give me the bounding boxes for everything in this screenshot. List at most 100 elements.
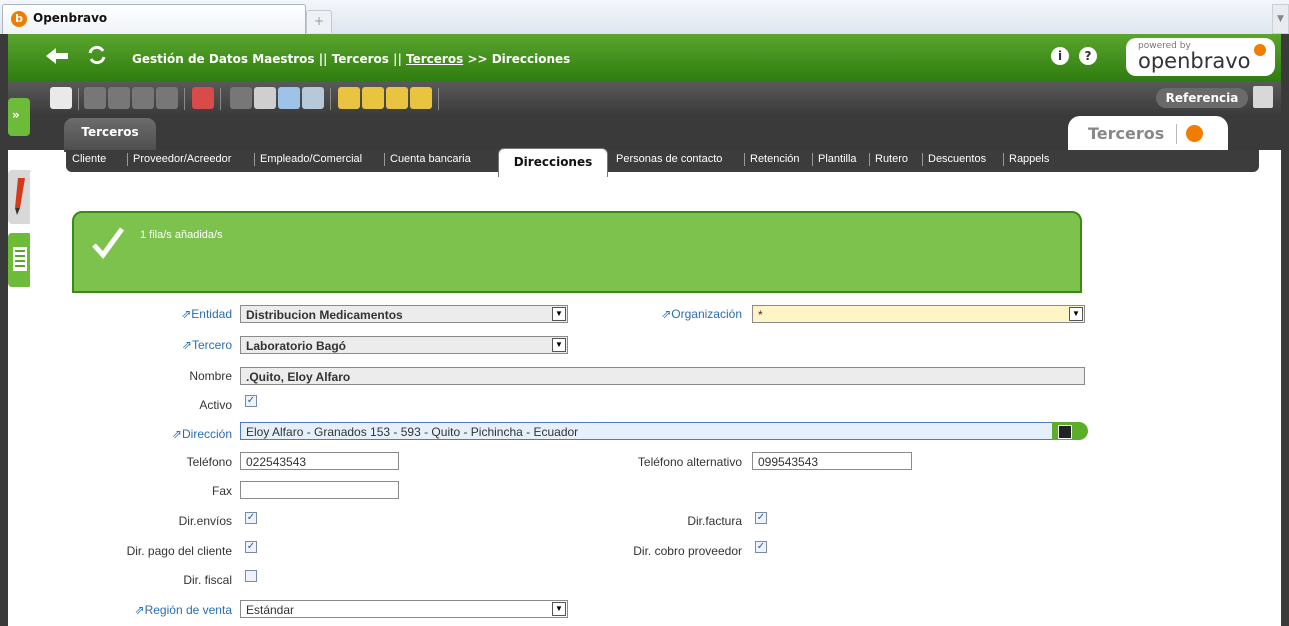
app-header: Gestión de Datos Maestros || Terceros ||… — [8, 34, 1281, 81]
first-record-icon[interactable] — [338, 87, 360, 109]
dir-envios-checkbox[interactable]: ✓ — [245, 512, 257, 524]
subtab-bar: Cliente Proveedor/Acreedor Empleado/Come… — [66, 150, 1259, 172]
subtab-rutero[interactable]: Rutero — [875, 153, 908, 165]
direccion-field[interactable]: Eloy Alfaro - Granados 153 - 593 - Quito… — [240, 422, 1055, 440]
sidebar-toggle[interactable]: » — [8, 98, 30, 136]
browser-tab[interactable]: b Openbravo — [2, 4, 306, 35]
activo-checkbox[interactable]: ✓ — [245, 395, 257, 407]
breadcrumb-path: Gestión de Datos Maestros || Terceros || — [132, 52, 402, 66]
audit-icon[interactable] — [302, 87, 324, 109]
logo-name: openbravo — [1138, 49, 1251, 73]
fax-label: Fax — [211, 484, 232, 498]
entidad-value: Distribucion Medicamentos — [246, 308, 403, 322]
subtab-direcciones[interactable]: Direcciones — [498, 148, 608, 177]
openbravo-favicon-icon: b — [11, 11, 27, 27]
dir-envios-label: Dir.envíos — [178, 514, 232, 528]
right-rail — [1281, 34, 1289, 626]
search-icon[interactable] — [278, 87, 300, 109]
message-box: 1 fila/s añadida/s — [72, 211, 1082, 293]
last-record-icon[interactable] — [410, 87, 432, 109]
save-icon[interactable] — [132, 87, 154, 109]
entidad-label[interactable]: ⇗Entidad — [160, 307, 232, 321]
dropdown-arrow-icon[interactable]: ▼ — [1069, 307, 1083, 321]
refresh-icon[interactable] — [86, 44, 108, 66]
dir-pago-checkbox[interactable]: ✓ — [245, 541, 257, 553]
browser-tab-title: Openbravo — [33, 11, 108, 25]
toolbar: Referencia — [8, 81, 1281, 116]
region-venta-select[interactable]: Estándar ▼ — [240, 600, 568, 618]
subtab-empleado[interactable]: Empleado/Comercial — [260, 153, 362, 165]
paste-icon[interactable] — [108, 87, 130, 109]
tercero-label[interactable]: ⇗Tercero — [160, 338, 232, 352]
subtab-rappels[interactable]: Rappels — [1009, 153, 1049, 165]
telefono-alternativo-field[interactable]: 099543543 — [752, 452, 912, 470]
fax-field[interactable] — [240, 481, 399, 499]
attach-icon[interactable] — [254, 87, 276, 109]
related-info-icon[interactable] — [1253, 86, 1273, 108]
dir-factura-label: Dir.factura — [687, 514, 742, 528]
organizacion-label[interactable]: ⇗Organización — [620, 307, 742, 321]
grid-icon — [13, 247, 27, 271]
tercero-select[interactable]: Laboratorio Bagó ▼ — [240, 336, 568, 354]
subtab-cuenta-bancaria[interactable]: Cuenta bancaria — [390, 153, 471, 165]
copy-icon[interactable] — [84, 87, 106, 109]
direccion-label[interactable]: ⇗Dirección — [150, 427, 232, 441]
nombre-label: Nombre — [189, 369, 232, 383]
window-title: Terceros — [1068, 116, 1228, 150]
breadcrumb-link-terceros[interactable]: Terceros — [406, 52, 463, 66]
dir-factura-checkbox[interactable]: ✓ — [755, 512, 767, 524]
dir-cobro-checkbox[interactable]: ✓ — [755, 541, 767, 553]
nombre-field[interactable]: .Quito, Eloy Alfaro — [240, 367, 1085, 385]
delete-icon[interactable] — [192, 87, 214, 109]
tercero-value: Laboratorio Bagó — [246, 339, 347, 353]
openbravo-logo[interactable]: powered by openbravo — [1126, 38, 1275, 76]
tab-terceros[interactable]: Terceros — [64, 118, 156, 152]
dir-cobro-label: Dir. cobro proveedor — [633, 544, 742, 558]
previous-record-icon[interactable] — [362, 87, 384, 109]
telefono-alternativo-label: Teléfono alternativo — [637, 455, 742, 469]
subtab-plantilla[interactable]: Plantilla — [818, 153, 857, 165]
breadcrumb-current: >> Direcciones — [467, 52, 571, 66]
expand-icon: » — [12, 108, 20, 122]
telefono-label: Teléfono — [186, 455, 232, 469]
grid-view-tab[interactable] — [8, 233, 32, 287]
organizacion-select[interactable]: * ▼ — [752, 305, 1085, 323]
dropdown-arrow-icon[interactable]: ▼ — [552, 602, 566, 616]
dropdown-arrow-icon[interactable]: ▼ — [552, 338, 566, 352]
subtab-descuentos[interactable]: Descuentos — [928, 153, 986, 165]
info-icon[interactable]: i — [1051, 47, 1069, 65]
new-record-icon[interactable] — [50, 87, 72, 109]
organizacion-value: * — [758, 308, 763, 322]
new-tab-button[interactable]: + — [306, 10, 332, 33]
dir-pago-label: Dir. pago del cliente — [126, 544, 232, 558]
location-editor-button[interactable] — [1052, 422, 1088, 440]
undo-save-icon[interactable] — [156, 87, 178, 109]
left-rail — [0, 34, 8, 626]
edit-view-tab[interactable] — [8, 170, 32, 224]
breadcrumb: Gestión de Datos Maestros || Terceros ||… — [132, 52, 570, 66]
entidad-select[interactable]: Distribucion Medicamentos ▼ — [240, 305, 568, 323]
region-venta-value: Estándar — [246, 603, 295, 617]
pencil-icon — [15, 178, 25, 215]
logo-dot-icon — [1254, 44, 1266, 56]
region-venta-label[interactable]: ⇗Región de venta — [110, 603, 232, 617]
subtab-retencion[interactable]: Retención — [750, 153, 800, 165]
telefono-field[interactable]: 022543543 — [240, 452, 399, 470]
dropdown-arrow-icon[interactable]: ▼ — [552, 307, 566, 321]
dir-fiscal-label: Dir. fiscal — [183, 573, 232, 587]
tab-scroll-icon[interactable]: ▼ — [1272, 4, 1289, 34]
disk-icon — [1058, 425, 1072, 439]
activo-label: Activo — [199, 398, 232, 412]
undo-icon[interactable] — [230, 87, 252, 109]
help-icon[interactable]: ? — [1079, 47, 1097, 65]
subtab-cliente[interactable]: Cliente — [72, 153, 106, 165]
subtab-proveedor[interactable]: Proveedor/Acreedor — [133, 153, 231, 165]
back-arrow-icon[interactable] — [46, 46, 70, 66]
window-title-text: Terceros — [1088, 124, 1165, 143]
openbravo-icon — [1186, 125, 1203, 142]
dir-fiscal-checkbox[interactable] — [245, 570, 257, 582]
subtab-personas-contacto[interactable]: Personas de contacto — [616, 153, 722, 165]
next-record-icon[interactable] — [386, 87, 408, 109]
referencia-button[interactable]: Referencia — [1156, 88, 1248, 108]
message-text: 1 fila/s añadida/s — [140, 229, 223, 241]
